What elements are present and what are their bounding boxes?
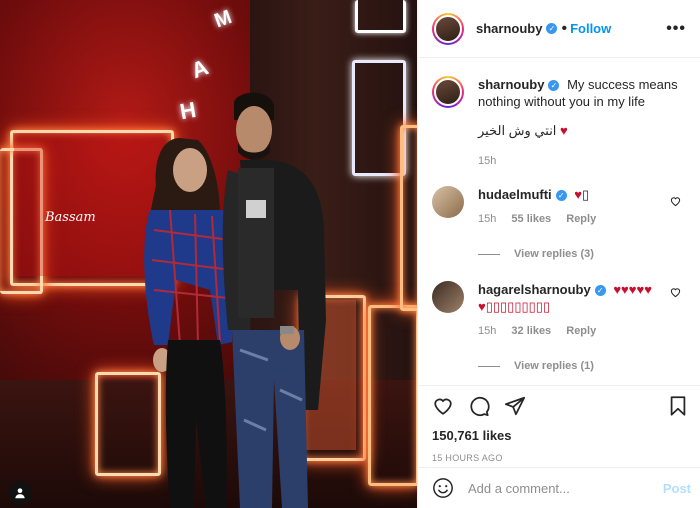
share-paper-plane-icon[interactable] — [504, 395, 526, 417]
like-comment-heart-icon[interactable] — [670, 196, 681, 207]
emoji-smiley-icon[interactable] — [432, 477, 454, 499]
caption-body: sharnouby ✓ My success means nothing with… — [478, 76, 687, 170]
comment-likes[interactable]: 32 likes — [511, 325, 551, 337]
comment-body: hudaelmufti ✓ ♥▯ 15h 55 likes Reply View … — [478, 186, 687, 263]
post-actions: 150,761 likes 15 HOURS AGO — [418, 385, 700, 463]
comment-avatar[interactable] — [432, 186, 464, 218]
like-comment-heart-icon[interactable] — [670, 287, 681, 298]
neon-letter-a: A — [188, 53, 213, 84]
neon-letter-h: H — [177, 96, 199, 125]
view-replies[interactable]: View replies (1) — [478, 358, 687, 375]
neon-frame-top — [355, 0, 406, 33]
neon-pillar — [400, 125, 417, 311]
comment-text-line2: ♥▯▯▯▯▯▯▯▯▯ — [478, 299, 551, 314]
caption: sharnouby ✓ My success means nothing with… — [418, 76, 700, 170]
verified-icon: ✓ — [548, 80, 560, 92]
more-options-icon[interactable]: ••• — [666, 20, 686, 38]
comment-age: 15h — [478, 213, 497, 225]
replies-divider — [478, 366, 500, 367]
comment-text: ♥♥♥♥♥ — [613, 282, 652, 297]
neon-stand-far-right — [368, 305, 417, 486]
comment-username[interactable]: hudaelmufti — [478, 187, 552, 202]
comment-meta: 15h 32 likes Reply — [478, 323, 687, 340]
comment-username[interactable]: hagarelsharnouby — [478, 282, 591, 297]
post-photo[interactable]: M A H Bassam — [0, 0, 417, 508]
view-replies-label[interactable]: View replies (3) — [514, 246, 594, 263]
neon-frame-right — [352, 60, 406, 176]
comment-input[interactable] — [466, 479, 650, 497]
caption-age: 15h — [478, 155, 497, 167]
verified-icon: ✓ — [594, 285, 606, 297]
caption-avatar[interactable] — [432, 76, 464, 108]
post-comment-button[interactable]: Post — [663, 481, 691, 496]
photo-tags-button[interactable] — [8, 481, 32, 505]
comment-text: ♥ — [574, 187, 583, 202]
comments-list[interactable]: sharnouby ✓ My success means nothing with… — [418, 58, 700, 384]
comment-likes[interactable]: 55 likes — [511, 213, 551, 225]
caption-arabic-text: انتي وش الخير — [478, 123, 557, 138]
follow-button[interactable]: Follow — [570, 21, 611, 36]
photographer-signature: Bassam — [45, 210, 96, 225]
comment-item: hagarelsharnouby ✓ ♥♥♥♥♥ ♥▯▯▯▯▯▯▯▯▯ 15h 3… — [418, 281, 700, 375]
header-username[interactable]: sharnouby — [476, 21, 542, 36]
reply-button[interactable]: Reply — [566, 325, 596, 337]
comment-item: hudaelmufti ✓ ♥▯ 15h 55 likes Reply View … — [418, 186, 700, 263]
post-header: sharnouby ✓ • Follow ••• — [418, 0, 700, 58]
reply-button[interactable]: Reply — [566, 213, 596, 225]
heart-emoji: ♥ — [560, 123, 568, 138]
avatar[interactable] — [432, 12, 464, 45]
post-timestamp[interactable]: 15 HOURS AGO — [418, 453, 700, 463]
caption-arabic-line: انتي وش الخير ♥ — [478, 122, 687, 139]
instagram-post: M A H Bassam sharnouby ✓ • Follow ••• sh… — [0, 0, 700, 508]
comment-body: hagarelsharnouby ✓ ♥♥♥♥♥ ♥▯▯▯▯▯▯▯▯▯ 15h 3… — [478, 281, 687, 375]
neon-letter-m: M — [211, 5, 236, 33]
verified-icon: ✓ — [555, 190, 567, 202]
view-replies[interactable]: View replies (3) — [478, 246, 687, 263]
add-comment-bar: Post — [418, 467, 700, 508]
comment-bubble-icon[interactable] — [468, 395, 490, 417]
action-icons — [418, 386, 700, 426]
like-heart-icon[interactable] — [432, 395, 454, 417]
comment-avatar[interactable] — [432, 281, 464, 313]
replies-divider — [478, 254, 500, 255]
man-figure — [222, 92, 326, 508]
caption-username[interactable]: sharnouby — [478, 77, 544, 92]
view-replies-label[interactable]: View replies (1) — [514, 358, 594, 375]
comment-meta: 15h 55 likes Reply — [478, 211, 687, 228]
comment-age: 15h — [478, 325, 497, 337]
post-side-panel: sharnouby ✓ • Follow ••• sharnouby ✓ My s… — [417, 0, 700, 508]
likes-count[interactable]: 150,761 likes — [418, 428, 700, 443]
person-icon — [15, 488, 25, 499]
save-bookmark-icon[interactable] — [667, 395, 689, 417]
comment-text-trail: ▯ — [582, 187, 590, 202]
separator: • — [561, 19, 568, 37]
verified-icon: ✓ — [546, 23, 558, 34]
